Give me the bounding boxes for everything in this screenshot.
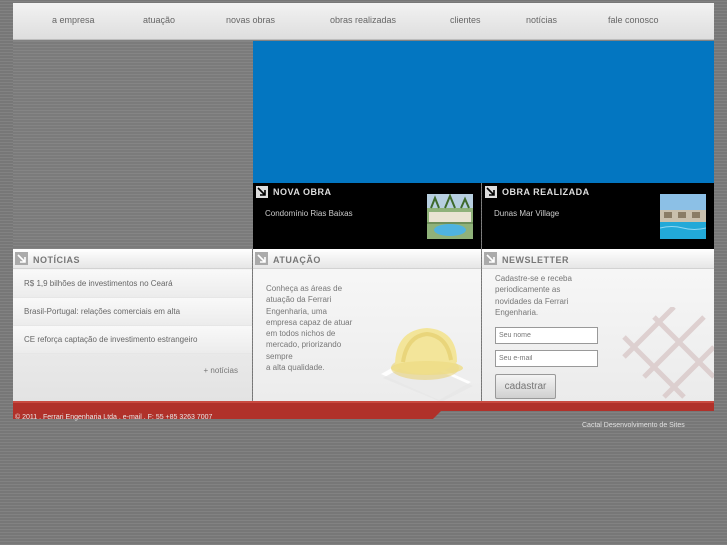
nav-fale-conosco[interactable]: fale conosco bbox=[608, 15, 659, 25]
news-item[interactable]: CE reforça captação de investimento estr… bbox=[13, 326, 252, 354]
obra-realizada-link[interactable]: Dunas Mar Village bbox=[494, 209, 559, 218]
newsletter-description: Cadastre-se e receba periodicamente as n… bbox=[495, 274, 572, 317]
atuacao-header: ATUAÇÃO bbox=[253, 249, 481, 269]
newsletter-title: NEWSLETTER bbox=[502, 255, 569, 265]
name-field[interactable] bbox=[495, 327, 598, 344]
nova-obra-panel[interactable]: NOVA OBRA Condomínio Rias Baixas bbox=[253, 183, 481, 249]
news-item-link[interactable]: Brasil-Portugal: relações comerciais em … bbox=[24, 307, 180, 316]
atuacao-title: ATUAÇÃO bbox=[273, 255, 321, 265]
nav-atuacao[interactable]: atuação bbox=[143, 15, 175, 25]
arrow-down-right-icon bbox=[256, 186, 268, 198]
nav-noticias[interactable]: notícias bbox=[526, 15, 557, 25]
arrow-down-right-icon bbox=[484, 252, 497, 265]
more-news-link[interactable]: + notícias bbox=[204, 366, 238, 375]
newsletter-header: NEWSLETTER bbox=[482, 249, 714, 269]
nav-obras-realizadas[interactable]: obras realizadas bbox=[330, 15, 396, 25]
atuacao-section: ATUAÇÃO Conheça as áreas de atuação da F… bbox=[253, 249, 481, 402]
nova-obra-title: NOVA OBRA bbox=[273, 187, 332, 197]
noticias-title: NOTÍCIAS bbox=[33, 255, 81, 265]
hero-left-panel bbox=[13, 41, 253, 249]
arrow-down-right-icon bbox=[485, 186, 497, 198]
newsletter-section: NEWSLETTER Cadastre-se e receba periodic… bbox=[482, 249, 716, 401]
noticias-header: NOTÍCIAS bbox=[13, 249, 252, 269]
email-field[interactable] bbox=[495, 350, 598, 367]
grid-logo-decoration bbox=[614, 305, 716, 406]
obra-realizada-thumbnail[interactable] bbox=[660, 194, 706, 239]
copyright-text: © 2011 . Ferrari Engenharia Ltda . e-mai… bbox=[15, 414, 213, 421]
noticias-section: NOTÍCIAS R$ 1,9 bilhões de investimentos… bbox=[13, 249, 252, 401]
nav-novas-obras[interactable]: novas obras bbox=[226, 15, 275, 25]
news-item-link[interactable]: R$ 1,9 bilhões de investimentos no Ceará bbox=[24, 279, 173, 288]
arrow-down-right-icon bbox=[255, 252, 268, 265]
nav-a-empresa[interactable]: a empresa bbox=[52, 15, 95, 25]
news-item[interactable]: R$ 1,9 bilhões de investimentos no Ceará bbox=[13, 270, 252, 298]
atuacao-description: Conheça as áreas de atuação da Ferrari E… bbox=[266, 284, 353, 373]
nova-obra-thumbnail[interactable] bbox=[427, 194, 473, 239]
cadastrar-button[interactable]: cadastrar bbox=[495, 374, 556, 399]
arrow-down-right-icon bbox=[15, 252, 28, 265]
obra-realizada-title: OBRA REALIZADA bbox=[502, 187, 590, 197]
nav-clientes[interactable]: clientes bbox=[450, 15, 481, 25]
top-nav: a empresa atuação novas obras obras real… bbox=[13, 3, 714, 40]
nova-obra-link[interactable]: Condomínio Rias Baixas bbox=[265, 209, 353, 218]
obra-realizada-panel[interactable]: OBRA REALIZADA Dunas Mar Village bbox=[482, 183, 714, 249]
hardhat-illustration bbox=[373, 304, 481, 407]
news-item[interactable]: Brasil-Portugal: relações comerciais em … bbox=[13, 298, 252, 326]
hero-banner bbox=[253, 41, 714, 183]
developer-credit-link[interactable]: Cactal Desenvolvimento de Sites bbox=[582, 422, 685, 429]
news-item-link[interactable]: CE reforça captação de investimento estr… bbox=[24, 335, 197, 344]
